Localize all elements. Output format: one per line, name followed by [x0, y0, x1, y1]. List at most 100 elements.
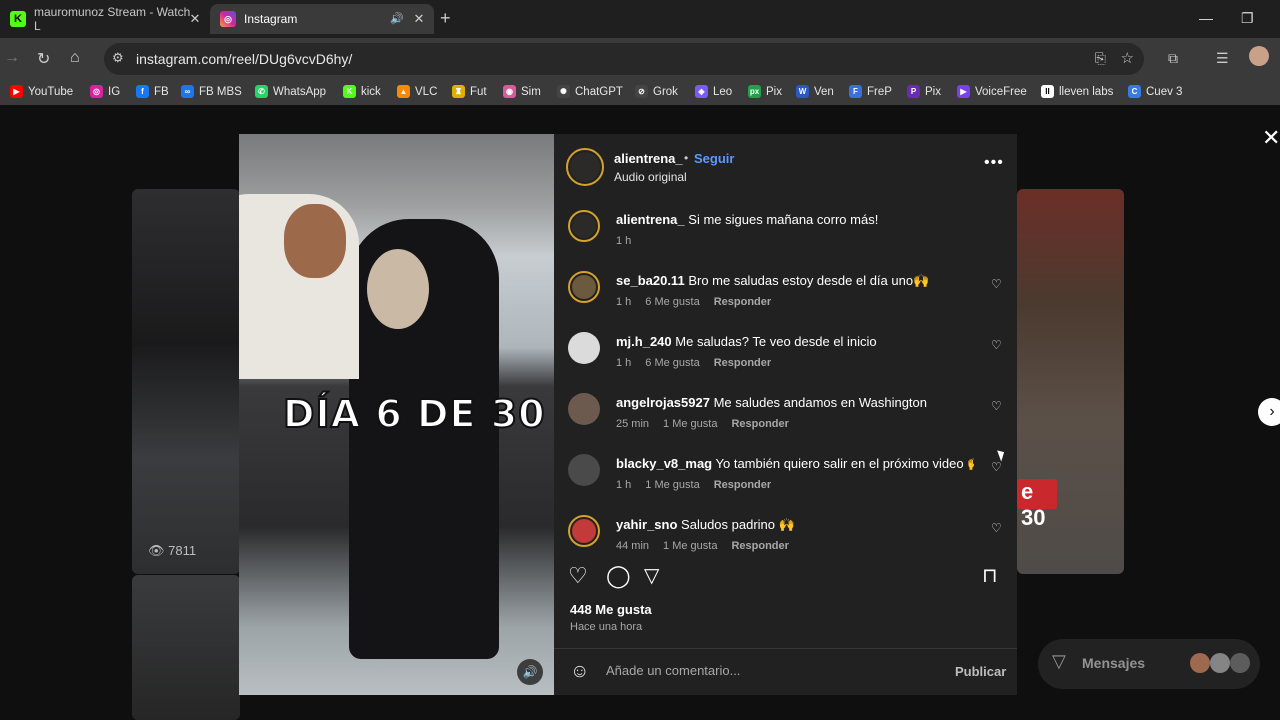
- bookmark-sim[interactable]: ◉ Sim: [503, 85, 541, 98]
- install-app-icon[interactable]: ⎘: [1095, 50, 1106, 67]
- comment-text: yahir_sno Saludos padrino 🙌: [616, 517, 974, 533]
- comment-like-icon[interactable]: ♡: [991, 277, 1002, 291]
- bookmark-chatgpt[interactable]: ✺ ChatGPT: [557, 85, 623, 98]
- extensions-icon[interactable]: ⧉: [1168, 50, 1178, 67]
- comments-list[interactable]: alientrena_ Si me sigues mañana corro má…: [554, 200, 1017, 553]
- comment-row: angelrojas5927 Me saludes andamos en Was…: [554, 383, 1017, 444]
- tab-instagram[interactable]: ◎ Instagram 🔊 ✕: [210, 4, 434, 34]
- bookmark-ven[interactable]: W Ven: [796, 85, 834, 98]
- url-text[interactable]: instagram.com/reel/DUg6vcvD6hy/: [136, 51, 352, 67]
- comment-avatar[interactable]: [568, 210, 600, 242]
- comment-username[interactable]: blacky_v8_mag: [616, 456, 712, 471]
- publish-button[interactable]: Publicar: [955, 664, 1006, 679]
- comment-avatar[interactable]: [568, 515, 600, 547]
- close-icon[interactable]: ✕: [1262, 125, 1280, 151]
- comment-avatar[interactable]: [568, 393, 600, 425]
- bookmark-cuev-3[interactable]: C Cuev 3: [1128, 85, 1182, 98]
- emoji-icon[interactable]: ☺: [570, 661, 589, 683]
- next-arrow-icon[interactable]: ›: [1258, 398, 1280, 426]
- bookmark-grok[interactable]: ⊘ Grok: [635, 85, 678, 98]
- bookmark-vlc[interactable]: ▲ VLC: [397, 85, 437, 98]
- bookmark-fb-mbs[interactable]: ∞ FB MBS: [181, 85, 242, 98]
- reply-button[interactable]: Responder: [714, 357, 771, 369]
- reload-icon[interactable]: ↻: [37, 49, 50, 69]
- previous-reel-preview[interactable]: 👁 7811: [132, 189, 240, 574]
- comment-like-icon[interactable]: ♡: [991, 338, 1002, 352]
- bookmark-frep[interactable]: F FreP: [849, 85, 892, 98]
- comment-username[interactable]: yahir_sno: [616, 517, 677, 532]
- comment-icon[interactable]: ◯: [606, 563, 631, 589]
- reply-button[interactable]: Responder: [714, 296, 771, 308]
- close-tab-icon[interactable]: ✕: [188, 12, 202, 26]
- author-username[interactable]: alientrena_: [614, 151, 683, 166]
- tab-title: mauromunoz Stream - Watch L: [33, 5, 191, 33]
- next-reel-preview[interactable]: e 30: [1017, 189, 1124, 574]
- comment-likes[interactable]: 6 Me gusta: [645, 357, 699, 369]
- comment-avatar[interactable]: [568, 271, 600, 303]
- comment-like-icon[interactable]: ♡: [991, 521, 1002, 535]
- comment-likes[interactable]: 1 Me gusta: [663, 418, 717, 430]
- speaker-icon[interactable]: 🔊: [390, 12, 404, 25]
- comment-likes[interactable]: 6 Me gusta: [645, 296, 699, 308]
- bookmark-pix[interactable]: P Pix: [907, 85, 941, 98]
- forward-icon[interactable]: →: [4, 49, 20, 67]
- volume-icon[interactable]: 🔊: [517, 659, 543, 685]
- send-icon: ▽: [1052, 651, 1066, 671]
- bookmark-icon: K: [343, 85, 356, 98]
- bookmark-whatsapp[interactable]: ✆ WhatsApp: [255, 85, 326, 98]
- reel-video[interactable]: DÍA 6 DE 30 🔊: [239, 134, 554, 695]
- audio-label[interactable]: Audio original: [614, 170, 687, 184]
- reply-button[interactable]: Responder: [731, 540, 788, 552]
- comment-username[interactable]: se_ba20.11: [616, 273, 685, 288]
- reply-button[interactable]: Responder: [731, 418, 788, 430]
- post-time: Hace una hora: [570, 621, 643, 633]
- comment-likes[interactable]: 1 Me gusta: [663, 540, 717, 552]
- bookmark-icon: ⊘: [635, 85, 648, 98]
- preview-badge: e 30: [1017, 479, 1057, 530]
- bookmark-pix[interactable]: px Pix: [748, 85, 782, 98]
- comment-like-icon[interactable]: ♡: [991, 460, 1002, 474]
- minimize-icon[interactable]: —: [1199, 10, 1213, 26]
- bookmark-kick[interactable]: Kkick: [343, 85, 381, 98]
- comment-username[interactable]: mj.h_240: [616, 334, 672, 349]
- new-tab-icon[interactable]: +: [440, 8, 451, 29]
- comment-likes[interactable]: 1 Me gusta: [645, 479, 699, 491]
- like-icon[interactable]: ♡: [568, 563, 588, 589]
- bookmark-star-icon[interactable]: ☆: [1121, 49, 1134, 67]
- likes-count[interactable]: 448 Me gusta: [570, 602, 652, 617]
- comment-row: mj.h_240 Me saludas? Te veo desde el ini…: [554, 322, 1017, 383]
- bookmark-icon: P: [907, 85, 920, 98]
- instagram-favicon-icon: ◎: [220, 11, 236, 27]
- share-icon[interactable]: ▽: [644, 563, 659, 588]
- messages-button[interactable]: ▽ Mensajes: [1038, 639, 1260, 689]
- comment-avatar[interactable]: [568, 332, 600, 364]
- comment-username[interactable]: alientrena_: [616, 212, 685, 227]
- comment-username[interactable]: angelrojas5927: [616, 395, 710, 410]
- bookmark-fb[interactable]: f FB: [136, 85, 169, 98]
- comment-input[interactable]: [606, 663, 906, 678]
- bookmark-voicefree[interactable]: ▶ VoiceFree: [957, 85, 1027, 98]
- bookmark-icon: f: [136, 85, 149, 98]
- tab-kick-stream[interactable]: K mauromunoz Stream - Watch L ✕: [0, 4, 210, 34]
- comment-avatar[interactable]: [568, 454, 600, 486]
- more-options-icon[interactable]: •••: [984, 154, 1004, 172]
- bookmark-icon: ∞: [181, 85, 194, 98]
- author-avatar[interactable]: [566, 148, 604, 186]
- address-bar[interactable]: ⚙ instagram.com/reel/DUg6vcvD6hy/ ⎘ ☆: [104, 43, 1144, 75]
- comment-time: 1 h: [616, 235, 632, 247]
- site-info-icon[interactable]: ⚙: [112, 50, 124, 66]
- media-controls-icon[interactable]: ☰: [1216, 50, 1229, 67]
- bookmark-lleven-labs[interactable]: II lleven labs: [1041, 85, 1113, 98]
- close-tab-icon[interactable]: ✕: [412, 12, 426, 26]
- bookmark-ig[interactable]: ◎ IG: [90, 85, 120, 98]
- comment-like-icon[interactable]: ♡: [991, 399, 1002, 413]
- profile-avatar[interactable]: [1249, 46, 1269, 66]
- bookmark-leo[interactable]: ◈ Leo: [695, 85, 732, 98]
- reply-button[interactable]: Responder: [714, 479, 771, 491]
- follow-button[interactable]: Seguir: [694, 151, 734, 166]
- bookmark-youtube[interactable]: ▶ YouTube: [10, 85, 73, 98]
- home-icon[interactable]: ⌂: [70, 49, 80, 67]
- restore-icon[interactable]: ❐: [1241, 10, 1254, 27]
- save-icon[interactable]: ⊓: [982, 563, 998, 588]
- bookmark-fut[interactable]: ♜ Fut: [452, 85, 487, 98]
